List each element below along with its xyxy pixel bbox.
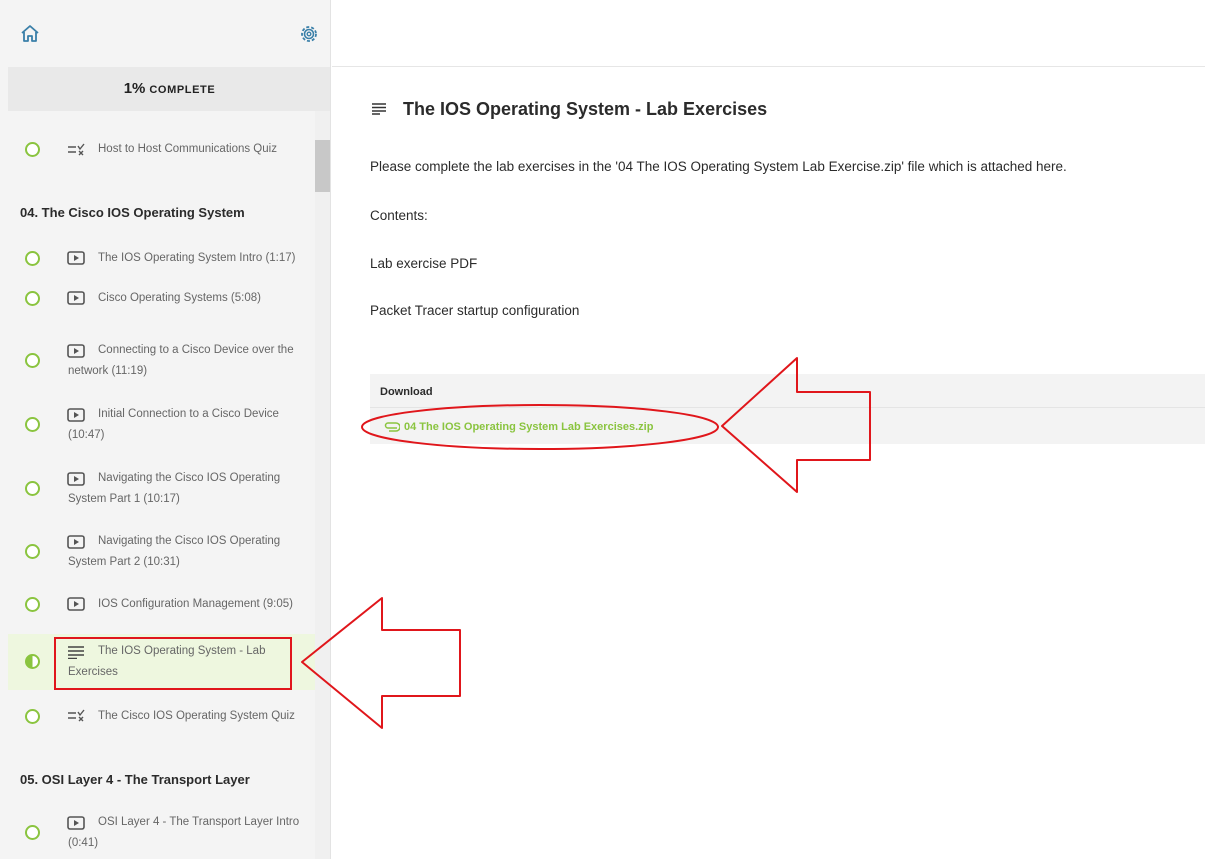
lesson-status-incomplete <box>25 709 40 724</box>
course-sidebar: 1% COMPLETE Host to Host Communications Q… <box>0 0 331 859</box>
lesson-title: IOS Configuration Management (9:05) <box>98 598 293 610</box>
sidebar-item-lesson[interactable]: Connecting to a Cisco Device over the ne… <box>8 334 315 386</box>
download-link[interactable]: 04 The IOS Operating System Lab Exercise… <box>384 421 653 433</box>
sidebar-item-lesson[interactable]: Cisco Operating Systems (5:08) <box>8 279 315 319</box>
sidebar-item-lesson-active[interactable]: The IOS Operating System - Lab Exercises <box>8 634 315 690</box>
page-title: The IOS Operating System - Lab Exercises <box>403 99 768 119</box>
sidebar-item-lesson[interactable]: The Cisco IOS Operating System Quiz <box>8 697 315 737</box>
section-title: 04. The Cisco IOS Operating System <box>20 205 245 220</box>
lesson-title: Navigating the Cisco IOS Operating Syste… <box>68 472 281 505</box>
download-header: Download <box>380 386 433 398</box>
sidebar-item-host-quiz[interactable]: Host to Host Communications Quiz <box>8 130 315 170</box>
divider <box>370 407 1205 408</box>
sidebar-item-lesson[interactable]: Navigating the Cisco IOS Operating Syste… <box>8 462 315 514</box>
lesson-status-incomplete <box>25 353 40 368</box>
progress-label: COMPLETE <box>149 84 216 96</box>
text-lesson-icon <box>372 103 386 115</box>
lesson-title: The Cisco IOS Operating System Quiz <box>98 710 295 722</box>
lesson-title: OSI Layer 4 - The Transport Layer Intro … <box>68 816 300 849</box>
lesson-status-incomplete <box>25 291 40 306</box>
lesson-status-incomplete <box>25 417 40 432</box>
lesson-title: Host to Host Communications Quiz <box>98 143 277 155</box>
sidebar-item-lesson[interactable]: OSI Layer 4 - The Transport Layer Intro … <box>8 806 315 858</box>
home-icon[interactable] <box>20 24 40 44</box>
lesson-intro: Please complete the lab exercises in the… <box>370 159 1067 174</box>
download-panel: Download 04 The IOS Operating System Lab… <box>370 374 1205 444</box>
lesson-title: The IOS Operating System Intro (1:17) <box>98 252 296 264</box>
sidebar-scrollbar-thumb[interactable] <box>315 140 330 192</box>
lesson-title: The IOS Operating System - Lab Exercises <box>68 645 266 678</box>
lesson-title: Cisco Operating Systems (5:08) <box>98 292 261 304</box>
lesson-title: Navigating the Cisco IOS Operating Syste… <box>68 535 281 568</box>
lesson-status-incomplete <box>25 251 40 266</box>
sidebar-topbar <box>0 0 330 67</box>
lesson-title: Connecting to a Cisco Device over the ne… <box>68 344 294 377</box>
lesson-title: Initial Connection to a Cisco Device (10… <box>68 408 279 441</box>
lesson-status-in-progress <box>25 654 40 669</box>
lesson-status-incomplete <box>25 142 40 157</box>
sidebar-scrollbar[interactable] <box>315 111 330 859</box>
gear-icon[interactable] <box>298 23 320 45</box>
content-item: Packet Tracer startup configuration <box>370 303 580 318</box>
sidebar-item-lesson[interactable]: IOS Configuration Management (9:05) <box>8 585 315 625</box>
progress-percent: 1% <box>123 80 146 97</box>
sidebar-item-lesson[interactable]: The IOS Operating System Intro (1:17) <box>8 239 315 279</box>
lesson-status-incomplete <box>25 825 40 840</box>
course-progress: 1% COMPLETE <box>8 67 330 111</box>
lesson-content: The IOS Operating System - Lab Exercises… <box>332 0 1205 859</box>
sidebar-item-lesson[interactable]: Initial Connection to a Cisco Device (10… <box>8 398 315 450</box>
download-filename: 04 The IOS Operating System Lab Exercise… <box>404 421 654 433</box>
content-item: Lab exercise PDF <box>370 256 478 271</box>
lesson-status-incomplete <box>25 544 40 559</box>
lesson-status-incomplete <box>25 597 40 612</box>
lesson-status-incomplete <box>25 481 40 496</box>
section-title: 05. OSI Layer 4 - The Transport Layer <box>20 772 250 787</box>
main-topbar <box>332 0 1205 67</box>
attachment-icon <box>384 422 400 432</box>
contents-label: Contents: <box>370 208 428 223</box>
sidebar-item-lesson[interactable]: Navigating the Cisco IOS Operating Syste… <box>8 525 315 577</box>
